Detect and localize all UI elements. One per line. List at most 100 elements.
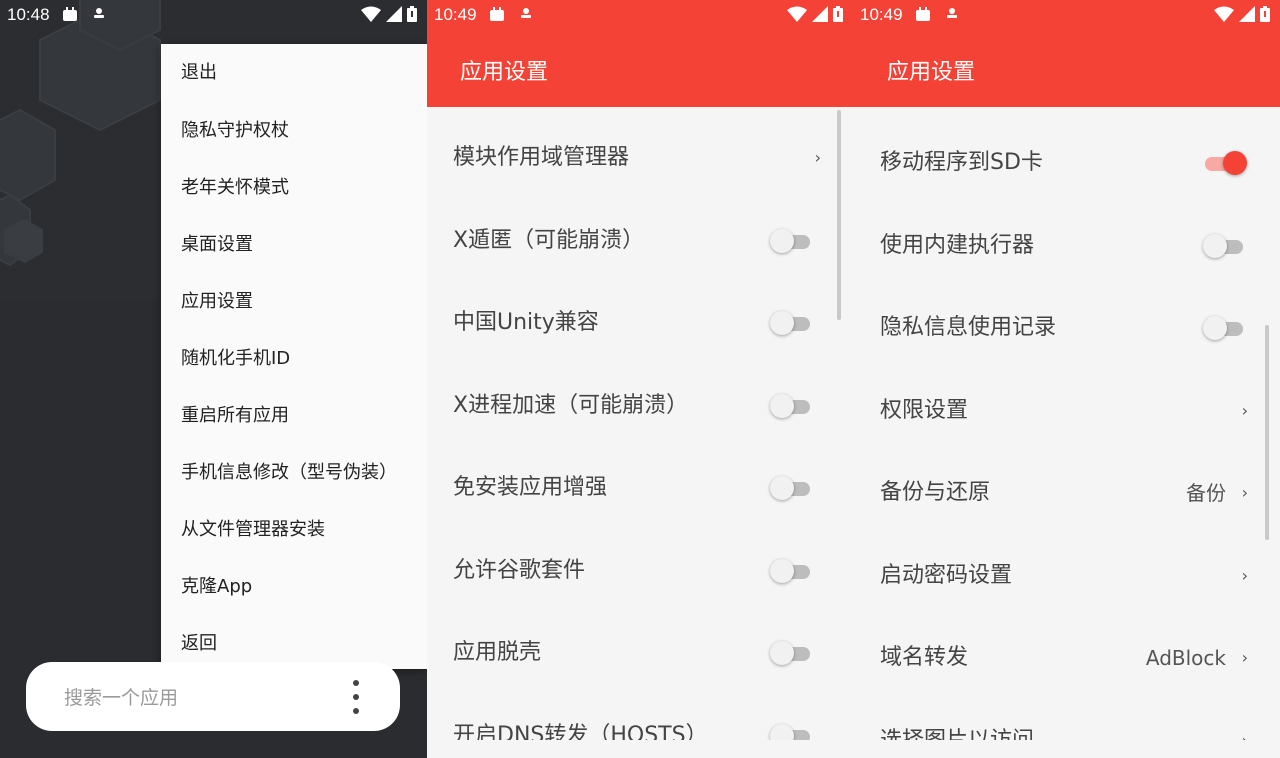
menu-item-app-settings[interactable]: 应用设置 bbox=[161, 273, 427, 330]
menu-item-install-from-files[interactable]: 从文件管理器安装 bbox=[161, 501, 427, 558]
switch-thumb bbox=[770, 228, 794, 253]
settings-row-label: 开启DNS转发（HOSTS） bbox=[453, 722, 708, 741]
settings-row-label: 启动密码设置 bbox=[880, 562, 1013, 588]
settings-row-label: 域名转发 bbox=[880, 645, 969, 670]
settings-row-label: 模块作用域管理器 bbox=[453, 145, 630, 170]
search-bar bbox=[26, 662, 400, 731]
scrollbar[interactable] bbox=[837, 110, 841, 320]
settings-row[interactable]: 启动密码设置 › bbox=[853, 535, 1280, 617]
settings-row-label: 允许谷歌套件 bbox=[453, 557, 586, 583]
app-bar: 10:49 应用设置 bbox=[853, 0, 1280, 107]
battery-icon bbox=[1260, 6, 1270, 22]
status-time: 10:49 bbox=[434, 5, 477, 24]
switch-thumb bbox=[770, 393, 794, 418]
settings-row-label: 权限设置 bbox=[880, 397, 969, 423]
signal-icon bbox=[1238, 6, 1255, 22]
toggle-switch[interactable] bbox=[770, 641, 814, 665]
status-bar: 10:49 bbox=[853, 0, 1280, 30]
settings-row-value: AdBlock bbox=[1145, 646, 1226, 670]
status-bar: 10:49 bbox=[427, 0, 853, 30]
menu-item-restart-apps[interactable]: 重启所有应用 bbox=[161, 387, 427, 444]
android-icon bbox=[63, 7, 77, 21]
toggle-switch[interactable] bbox=[1203, 316, 1247, 340]
settings-row[interactable]: 允许谷歌套件 bbox=[427, 530, 853, 612]
settings-row-label: X遁匿（可能崩溃） bbox=[453, 227, 645, 253]
settings-row[interactable]: 域名转发 AdBlock › bbox=[853, 617, 1280, 699]
settings-row[interactable]: 权限设置 › bbox=[853, 370, 1280, 452]
switch-thumb bbox=[1203, 233, 1227, 258]
switch-thumb bbox=[770, 311, 794, 335]
settings-row-label: X进程加速（可能崩溃） bbox=[453, 392, 689, 418]
toggle-switch[interactable] bbox=[770, 558, 814, 583]
chevron-right-icon: › bbox=[1241, 483, 1248, 502]
app-bar: 10:49 应用设置 bbox=[427, 0, 853, 107]
launcher-screen: 10:48 退出 隐私守护权杖 老年关怀模式 桌面设置 应用设置 随机化手机ID… bbox=[0, 0, 427, 758]
settings-row[interactable]: 选择图片以访问 › bbox=[853, 700, 1280, 741]
settings-row[interactable]: 应用脱壳 bbox=[427, 612, 853, 694]
menu-item-clone-app[interactable]: 克隆App bbox=[161, 558, 427, 615]
settings-row-value: 备份 bbox=[1186, 481, 1226, 505]
settings-row-label: 隐私信息使用记录 bbox=[880, 315, 1057, 340]
settings-row-label: 备份与还原 bbox=[880, 480, 991, 505]
settings-row[interactable]: 备份与还原 备份 › bbox=[853, 452, 1280, 534]
wifi-icon bbox=[1213, 6, 1234, 22]
page-title: 应用设置 bbox=[460, 60, 549, 85]
chevron-right-icon: › bbox=[1241, 565, 1248, 585]
switch-thumb bbox=[1223, 151, 1247, 175]
menu-item-elderly-mode[interactable]: 老年关怀模式 bbox=[161, 159, 427, 216]
chevron-right-icon: › bbox=[1241, 648, 1248, 667]
scrollbar[interactable] bbox=[1265, 325, 1269, 540]
settings-row-label: 使用内建执行器 bbox=[880, 232, 1035, 258]
toggle-switch[interactable] bbox=[770, 311, 814, 335]
settings-row-label: 移动程序到SD卡 bbox=[880, 150, 1043, 175]
toggle-switch[interactable] bbox=[1203, 233, 1247, 258]
app-settings-screen-2: 10:49 应用设置 移动程序到SD卡 使用内建执行器 隐私信息使用记录 权限设置 › 备… bbox=[853, 0, 1280, 758]
settings-row[interactable]: 使用内建执行器 bbox=[853, 205, 1280, 287]
settings-row-label: 选择图片以访问 bbox=[880, 727, 1035, 741]
switch-thumb bbox=[1203, 316, 1227, 340]
settings-row[interactable]: X进程加速（可能崩溃） bbox=[427, 365, 853, 447]
settings-row[interactable]: X遁匿（可能崩溃） bbox=[427, 200, 853, 282]
menu-item-privacy-guard[interactable]: 隐私守护权杖 bbox=[161, 102, 427, 159]
chevron-right-icon: › bbox=[1241, 400, 1248, 420]
android-icon bbox=[490, 7, 504, 21]
menu-item-exit[interactable]: 退出 bbox=[161, 44, 427, 102]
settings-row[interactable]: 免安装应用增强 bbox=[427, 447, 853, 529]
settings-row-label: 中国Unity兼容 bbox=[453, 310, 599, 335]
chevron-right-icon: › bbox=[814, 148, 821, 167]
toggle-switch[interactable] bbox=[770, 723, 814, 740]
menu-item-device-info[interactable]: 手机信息修改（型号伪装） bbox=[161, 444, 427, 501]
settings-row-label: 免安装应用增强 bbox=[453, 475, 608, 500]
chevron-right-icon: › bbox=[1241, 730, 1248, 741]
settings-row[interactable]: 中国Unity兼容 bbox=[427, 282, 853, 364]
overflow-menu: 退出 隐私守护权杖 老年关怀模式 桌面设置 应用设置 随机化手机ID 重启所有应… bbox=[161, 44, 427, 669]
menu-item-randomize-id[interactable]: 随机化手机ID bbox=[161, 330, 427, 387]
signal-icon bbox=[811, 6, 828, 22]
wifi-icon bbox=[360, 6, 381, 22]
status-time: 10:48 bbox=[7, 5, 50, 24]
user-icon bbox=[947, 8, 958, 18]
toggle-switch[interactable] bbox=[770, 393, 814, 418]
signal-icon bbox=[385, 6, 402, 22]
search-input[interactable] bbox=[62, 682, 326, 714]
switch-thumb bbox=[770, 476, 794, 500]
settings-row-label: 应用脱壳 bbox=[453, 640, 542, 665]
toggle-switch[interactable] bbox=[1205, 151, 1247, 175]
settings-list: 模块作用域管理器 › X遁匿（可能崩溃） 中国Unity兼容 X进程加速（可能崩溃） 免安… bbox=[427, 107, 853, 740]
settings-row[interactable]: 模块作用域管理器 › bbox=[427, 117, 853, 199]
switch-thumb bbox=[770, 641, 794, 665]
toggle-switch[interactable] bbox=[770, 476, 814, 500]
settings-row[interactable]: 隐私信息使用记录 bbox=[853, 287, 1280, 369]
more-vert-icon[interactable] bbox=[342, 676, 372, 718]
settings-row[interactable]: 移动程序到SD卡 bbox=[853, 122, 1280, 204]
android-icon bbox=[916, 7, 930, 21]
toggle-switch[interactable] bbox=[770, 228, 814, 253]
menu-item-desktop-settings[interactable]: 桌面设置 bbox=[161, 216, 427, 273]
settings-list: 移动程序到SD卡 使用内建执行器 隐私信息使用记录 权限设置 › 备份与还原 备份 › 启动密码… bbox=[853, 107, 1280, 740]
user-icon bbox=[521, 8, 532, 18]
status-time: 10:49 bbox=[860, 5, 903, 24]
status-bar: 10:48 bbox=[0, 0, 427, 30]
user-icon bbox=[94, 8, 105, 18]
switch-thumb bbox=[770, 558, 794, 583]
settings-row[interactable]: 开启DNS转发（HOSTS） bbox=[427, 695, 853, 741]
